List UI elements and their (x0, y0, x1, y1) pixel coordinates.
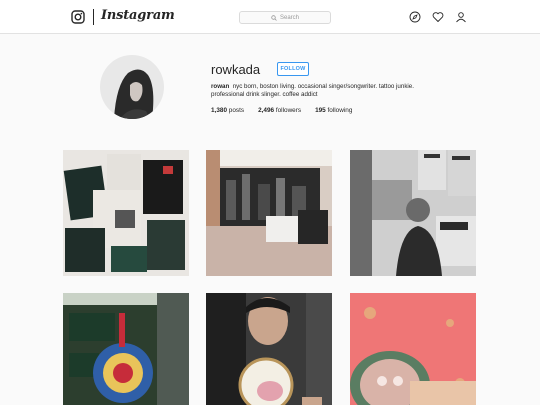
post-image (350, 150, 476, 276)
profile-stats: 1,380 posts 2,496 followers 195 followin… (211, 107, 352, 114)
search-input[interactable]: Search (239, 11, 331, 24)
profile-bio-text: nyc born, boston living. occasional sing… (211, 83, 414, 98)
post-thumbnail-1[interactable] (63, 150, 189, 276)
top-navigation-bar: Instagram Search (0, 0, 540, 34)
heart-icon[interactable] (432, 11, 444, 23)
post-thumbnail-3[interactable] (350, 150, 476, 276)
search-icon (271, 14, 277, 21)
avatar[interactable] (100, 55, 164, 119)
person-icon[interactable] (455, 11, 467, 23)
following-stat[interactable]: 195 following (315, 107, 352, 114)
profile-full-name: rowan (211, 83, 230, 90)
posts-stat: 1,380 posts (211, 107, 245, 114)
post-thumbnail-6[interactable] (350, 293, 476, 405)
post-image (350, 293, 476, 405)
avatar-photo (100, 55, 164, 119)
post-image (63, 293, 189, 405)
post-image (63, 150, 189, 276)
post-thumbnail-4[interactable] (63, 293, 189, 405)
logo-divider (93, 9, 94, 25)
post-thumbnail-5[interactable] (206, 293, 332, 405)
followers-stat[interactable]: 2,496 followers (258, 107, 301, 114)
post-image (206, 293, 332, 405)
profile-bio: rowan nyc born, boston living. occasiona… (211, 83, 421, 99)
post-image (206, 150, 332, 276)
compass-icon[interactable] (409, 11, 421, 23)
instagram-wordmark[interactable]: Instagram (101, 8, 175, 23)
follow-button[interactable]: FOLLOW (277, 62, 309, 76)
search-placeholder: Search (279, 14, 299, 21)
post-thumbnail-2[interactable] (206, 150, 332, 276)
instagram-glyph-icon[interactable] (71, 10, 85, 24)
profile-username: rowkada (211, 62, 261, 77)
